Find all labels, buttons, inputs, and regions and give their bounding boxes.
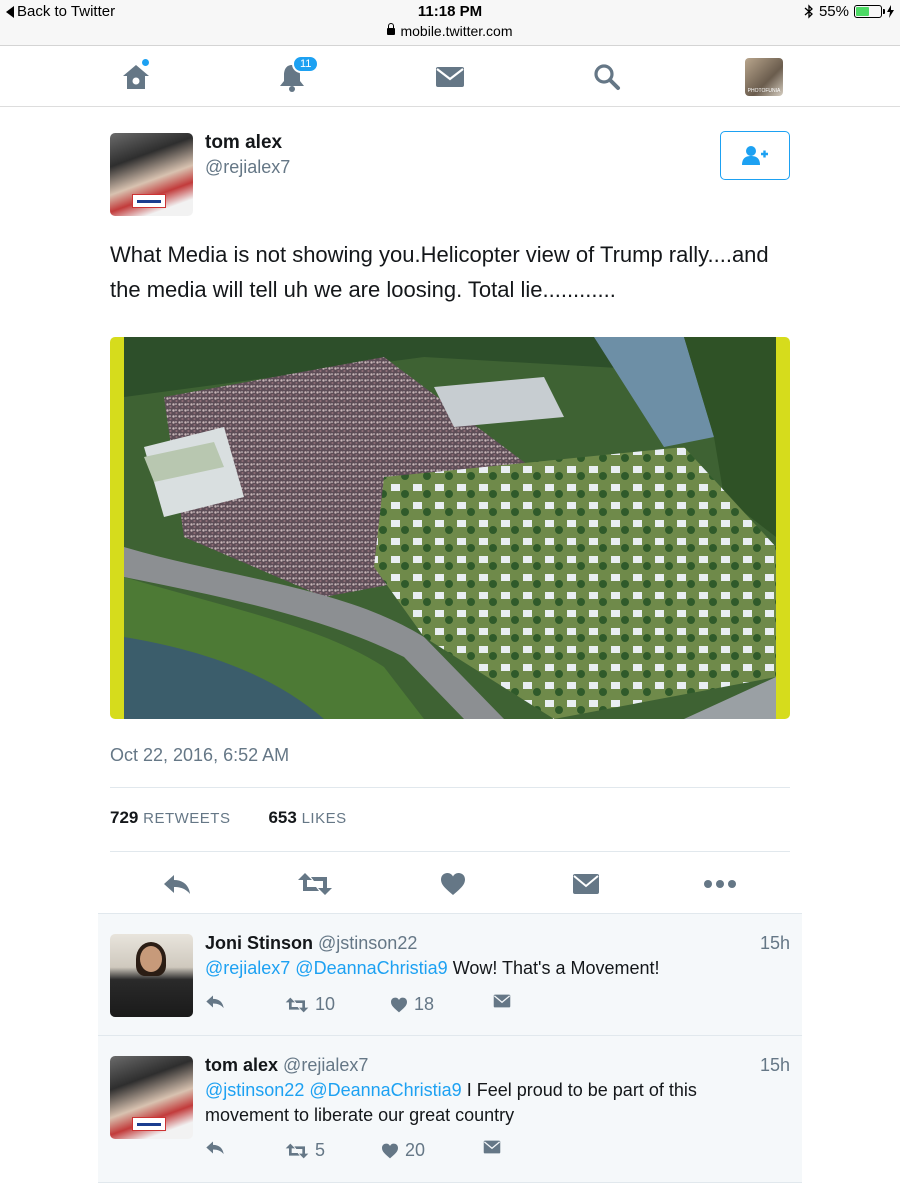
url-text: mobile.twitter.com <box>400 23 513 39</box>
direct-message-button[interactable] <box>566 866 606 902</box>
reply-time: 15h <box>759 1055 790 1075</box>
reply-like-button[interactable]: 18 <box>390 994 434 1015</box>
divider <box>110 787 790 788</box>
reply-time: 15h <box>759 933 790 953</box>
retweet-button[interactable] <box>295 866 335 902</box>
reply-author[interactable]: tom alex @rejialex7 <box>205 1055 368 1076</box>
reply-retweet-count: 10 <box>315 994 336 1014</box>
avatar-trump-sign <box>132 1117 166 1131</box>
clock: 11:18 PM <box>417 3 483 20</box>
notifications-tab[interactable]: 11 <box>272 55 320 97</box>
reply-icon <box>206 1141 224 1155</box>
likes-label: LIKES <box>301 810 347 827</box>
tweet-stats: 729 RETWEETS 653 LIKES <box>110 808 347 828</box>
retweets-count: 729 <box>110 808 139 827</box>
helicopter-view-photo <box>124 337 776 719</box>
reply-tweet[interactable]: Joni Stinson @jstinson22 15h @rejialex7 … <box>98 913 802 1036</box>
reply-author-name: tom alex <box>205 1055 279 1075</box>
url-bar[interactable]: mobile.twitter.com <box>0 23 900 39</box>
reply-mentions[interactable]: @jstinson22 @DeannaChristia9 <box>205 1080 462 1100</box>
reply-author-name: Joni Stinson <box>205 933 313 953</box>
reply-dm-button[interactable] <box>493 994 511 1008</box>
status-indicators: 55% <box>804 3 894 20</box>
reply-body: Wow! That's a Movement! <box>452 958 660 978</box>
envelope-icon <box>436 67 464 87</box>
reply-text: @rejialex7 @DeannaChristia9 Wow! That's … <box>205 956 765 981</box>
bluetooth-icon <box>804 4 813 19</box>
reply-tweet[interactable]: tom alex @rejialex7 15h @jstinson22 @Dea… <box>98 1035 802 1183</box>
top-nav: 11 PHOTOFUNIA <box>0 47 900 107</box>
profile-avatar-text: PHOTOFUNIA <box>747 88 781 94</box>
heart-icon <box>382 1143 398 1158</box>
likes-count: 653 <box>268 808 297 827</box>
author-name[interactable]: tom alex <box>205 132 282 154</box>
notifications-badge: 11 <box>292 55 320 73</box>
more-icon <box>704 880 736 888</box>
reply-author-handle: @jstinson22 <box>318 933 418 953</box>
home-icon <box>123 65 149 89</box>
retweet-icon <box>285 1143 309 1158</box>
envelope-icon <box>483 1140 501 1154</box>
reply-mentions[interactable]: @rejialex7 @DeannaChristia9 <box>205 958 448 978</box>
battery-percent: 55% <box>818 3 849 20</box>
reply-retweet-count: 5 <box>315 1140 326 1160</box>
reply-like-count: 18 <box>414 994 435 1014</box>
retweet-icon <box>298 873 332 895</box>
reply-reply-button[interactable] <box>205 1140 225 1155</box>
reply-author-handle: @rejialex7 <box>283 1055 369 1075</box>
retweets-label: RETWEETS <box>143 810 231 827</box>
reply-retweet-button[interactable]: 10 <box>285 994 335 1015</box>
reply-icon <box>206 995 224 1009</box>
reply-dm-button[interactable] <box>483 1140 501 1154</box>
search-icon <box>594 64 620 90</box>
reply-text: @jstinson22 @DeannaChristia9 I Feel prou… <box>205 1078 765 1128</box>
reply-like-count: 20 <box>405 1140 426 1160</box>
add-user-icon <box>742 145 768 165</box>
tweet-actions <box>110 866 790 902</box>
avatar-trump-sign <box>132 194 166 208</box>
reply-retweet-button[interactable]: 5 <box>285 1140 325 1161</box>
reply-author[interactable]: Joni Stinson @jstinson22 <box>205 933 417 954</box>
home-unread-dot <box>142 59 149 66</box>
divider <box>110 851 790 852</box>
profile-tab[interactable]: PHOTOFUNIA <box>744 57 784 97</box>
reply-avatar[interactable] <box>110 934 193 1017</box>
retweet-icon <box>285 997 309 1012</box>
charging-icon <box>887 5 894 18</box>
reply-avatar[interactable] <box>110 1056 193 1139</box>
avatar-face <box>140 946 162 972</box>
tweet-timestamp: Oct 22, 2016, 6:52 AM <box>110 745 290 765</box>
reply-like-button[interactable]: 20 <box>381 1140 425 1161</box>
tweet-text: What Media is not showing you.Helicopter… <box>110 242 769 302</box>
like-button[interactable] <box>433 866 473 902</box>
envelope-icon <box>493 994 511 1008</box>
retweets-stat[interactable]: 729 RETWEETS <box>110 808 230 828</box>
follow-button[interactable] <box>720 131 790 180</box>
status-bar: Back to Twitter 11:18 PM mobile.twitter.… <box>0 0 900 46</box>
author-handle[interactable]: @rejialex7 <box>205 157 290 178</box>
reply-icon <box>164 875 190 894</box>
reply-reply-button[interactable] <box>205 994 225 1009</box>
home-tab[interactable] <box>116 57 156 97</box>
reply-button[interactable] <box>157 866 197 902</box>
rally-aerial-image <box>124 337 776 719</box>
tweet-photo[interactable] <box>110 337 790 719</box>
heart-icon <box>441 873 465 895</box>
battery-fill <box>856 7 870 16</box>
likes-stat[interactable]: 653 LIKES <box>268 808 346 828</box>
profile-avatar: PHOTOFUNIA <box>745 58 783 96</box>
author-avatar[interactable] <box>110 133 193 216</box>
battery-icon <box>854 5 885 18</box>
messages-tab[interactable] <box>430 57 470 97</box>
search-tab[interactable] <box>587 57 627 97</box>
envelope-icon <box>573 874 599 894</box>
more-options-button[interactable] <box>700 866 740 902</box>
lock-icon <box>387 23 396 35</box>
heart-icon <box>391 997 407 1012</box>
